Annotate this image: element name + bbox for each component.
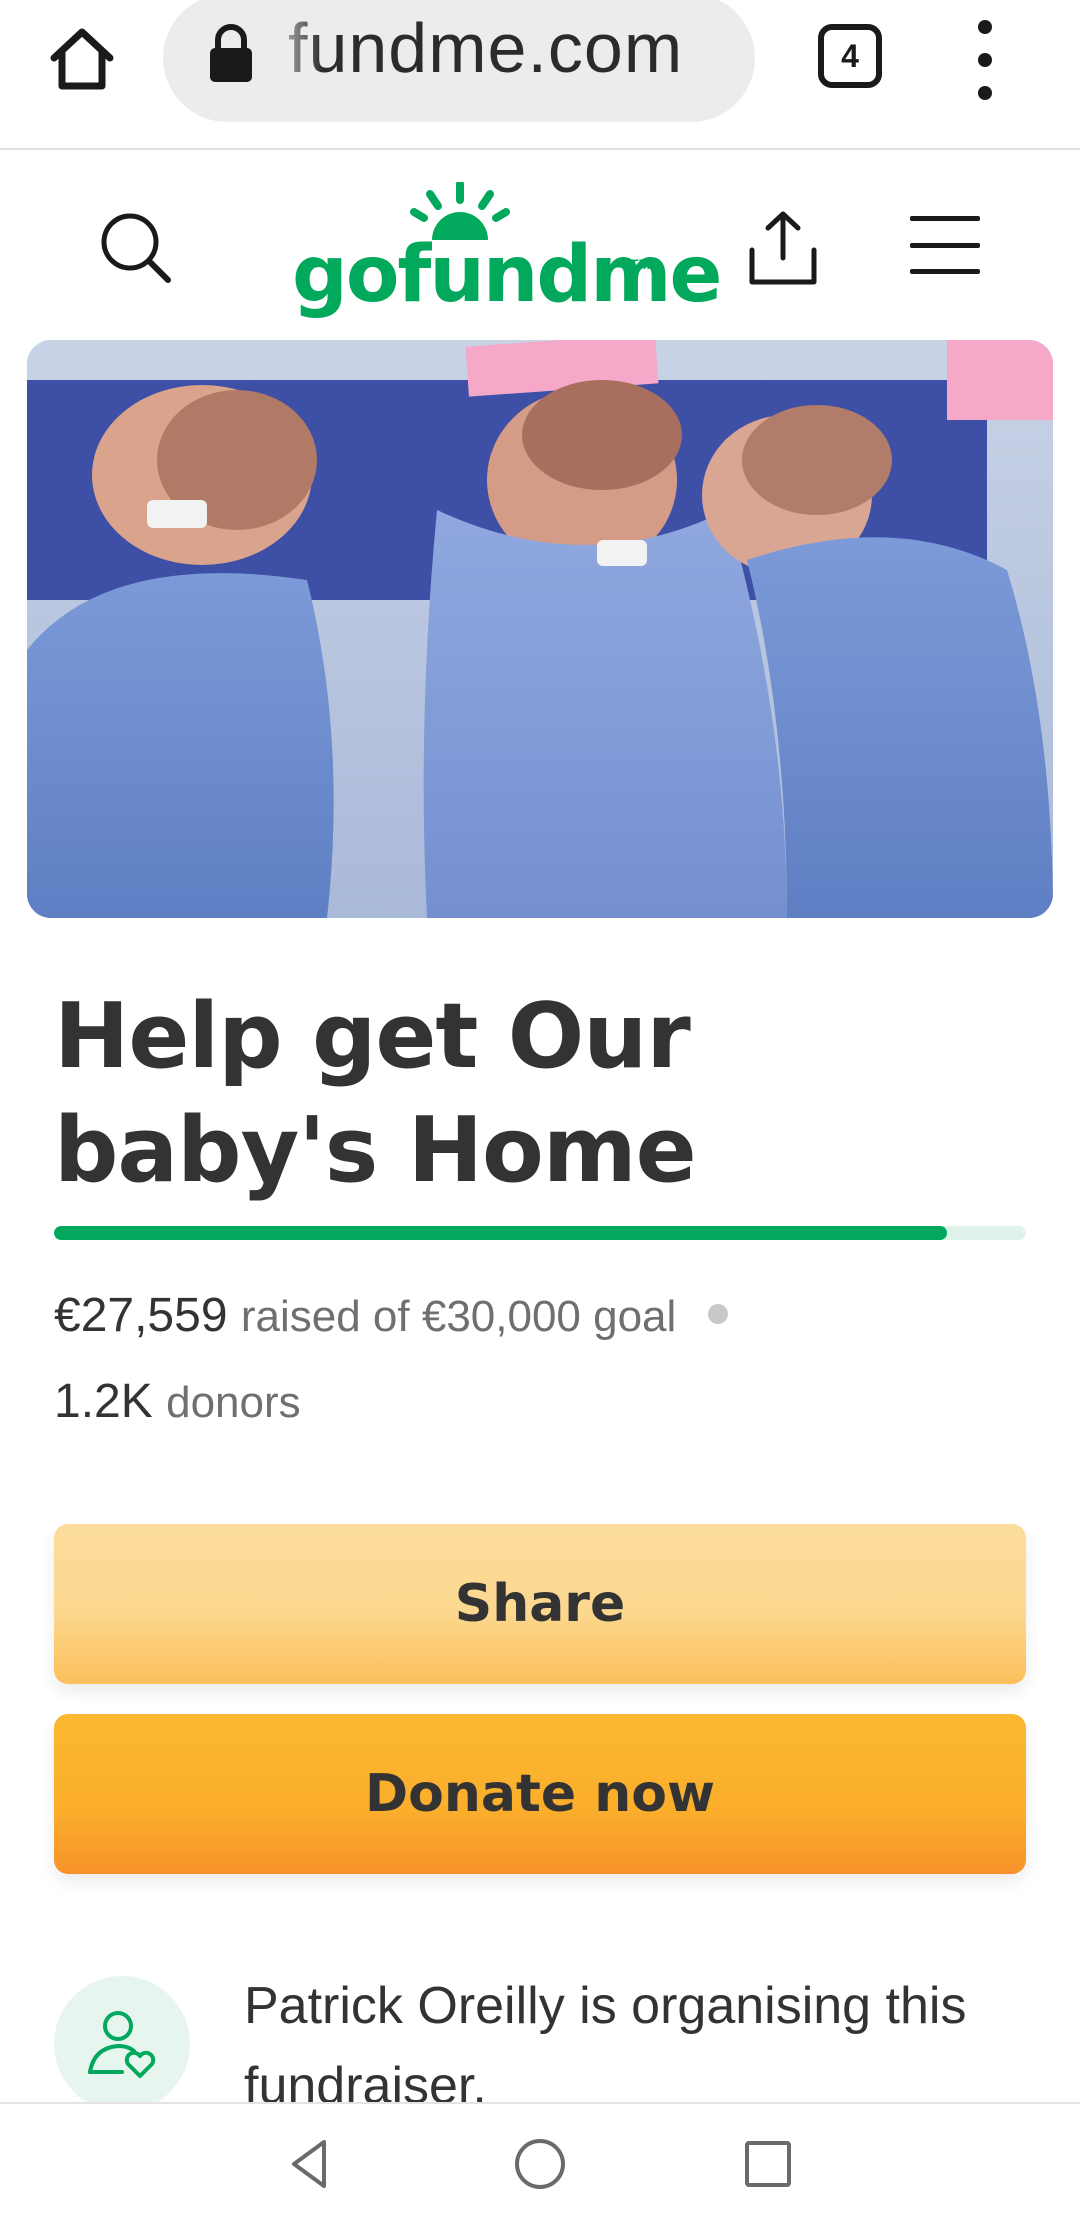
- organiser-avatar: [54, 1976, 190, 2112]
- home-circle-icon[interactable]: [510, 2134, 570, 2194]
- person-heart-icon: [88, 2011, 156, 2078]
- system-nav-bar: [0, 2102, 1080, 2219]
- hamburger-menu-icon[interactable]: [910, 216, 980, 274]
- raised-goal-text: raised of €30,000 goal: [240, 1292, 677, 1341]
- url-text: fundme.com: [288, 9, 684, 87]
- more-vert-icon[interactable]: [960, 20, 1010, 100]
- logo-trademark: TM: [630, 256, 651, 272]
- site-header: gofundme TM: [0, 152, 1080, 338]
- logo-text: gofundme: [292, 230, 722, 320]
- back-triangle-icon[interactable]: [280, 2134, 340, 2194]
- separator-dot: [707, 1304, 728, 1325]
- progress-bar: [54, 1226, 1026, 1240]
- browser-toolbar: fundme.com 4: [0, 0, 1080, 150]
- donor-label: donors: [166, 1378, 301, 1427]
- share-upload-icon[interactable]: [740, 206, 826, 292]
- donor-count: 1.2K: [54, 1375, 153, 1428]
- home-icon: [50, 28, 114, 90]
- gofundme-logo[interactable]: gofundme TM: [292, 182, 722, 320]
- search-icon[interactable]: [96, 208, 176, 288]
- raised-summary: €27,559 raised of €30,000 goal: [54, 1288, 728, 1343]
- recents-square-icon[interactable]: [738, 2134, 798, 2194]
- campaign-title: Help get Our baby's Home: [54, 984, 697, 1203]
- tabs-button[interactable]: 4: [818, 24, 882, 88]
- url-fade: [263, 0, 323, 122]
- raised-amount: €27,559: [54, 1289, 228, 1342]
- donate-now-button[interactable]: Donate now: [54, 1714, 1026, 1874]
- progress-fill: [54, 1226, 948, 1240]
- home-button[interactable]: [40, 18, 124, 102]
- address-bar[interactable]: fundme.com: [163, 0, 755, 122]
- share-button[interactable]: Share: [54, 1524, 1026, 1684]
- lock-icon: [210, 24, 252, 82]
- hero-photo: [27, 340, 1053, 918]
- donor-summary: 1.2K donors: [54, 1374, 301, 1429]
- campaign-hero-image: [27, 340, 1053, 918]
